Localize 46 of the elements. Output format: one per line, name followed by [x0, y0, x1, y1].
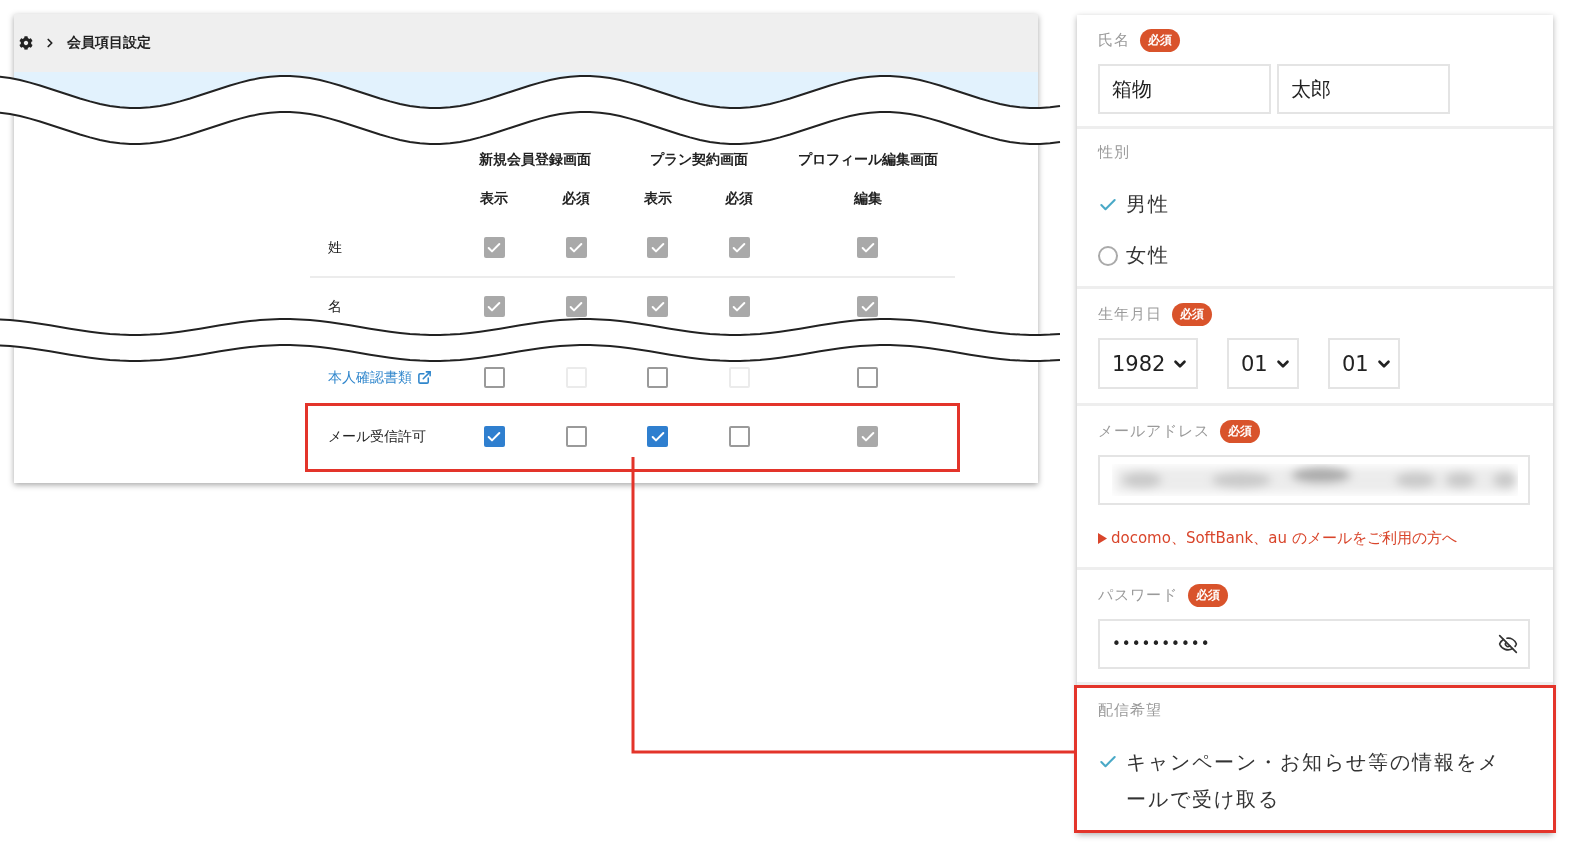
option-label: 女性 [1126, 242, 1170, 269]
column-header: 表示 [479, 188, 509, 208]
email-field[interactable] [1098, 455, 1530, 505]
field-label: 性別 [1098, 143, 1130, 162]
hide-password-icon[interactable] [1498, 634, 1518, 654]
radio-button[interactable] [1098, 245, 1118, 266]
carrier-mail-link[interactable]: docomo、SoftBank、au のメールをご利用の方へ [1098, 517, 1532, 548]
text-field[interactable]: 太郎 [1277, 64, 1450, 114]
checkbox[interactable] [565, 426, 587, 447]
dropdown[interactable]: 01 [1328, 338, 1400, 389]
column-group-header: プロフィール編集画面 [796, 150, 939, 169]
checkbox[interactable] [483, 426, 505, 447]
field-label: メールアドレス [1098, 422, 1210, 441]
password-field[interactable]: •••••••••• [1098, 619, 1530, 669]
required-badge: 必須 [1140, 29, 1180, 52]
dropdown[interactable]: 01 [1227, 338, 1299, 389]
triangle-icon [1098, 533, 1107, 544]
field-label: 生年月日 [1098, 305, 1162, 324]
column-group-header: プラン契約画面 [648, 150, 749, 169]
column-group-header: 新規会員登録画面 [478, 150, 592, 169]
field-label: 配信希望 [1098, 701, 1162, 720]
required-badge: 必須 [1220, 420, 1260, 443]
dropdown[interactable]: 1982 [1098, 338, 1198, 389]
column-header: 必須 [561, 188, 591, 208]
column-header: 表示 [642, 188, 673, 208]
checkbox[interactable] [647, 367, 668, 388]
checkbox[interactable] [728, 426, 750, 447]
option-label: 男性 [1126, 191, 1170, 218]
field-label: 氏名 [1098, 31, 1130, 50]
item-link[interactable]: 本人確認書類 [310, 368, 453, 387]
required-badge: 必須 [1172, 303, 1212, 326]
checkbox[interactable] [483, 367, 505, 388]
row-label: 姓 [327, 238, 343, 257]
column-header: 必須 [724, 188, 754, 208]
breadcrumb-title: 会員項目設定 [67, 34, 151, 52]
field-label: パスワード [1098, 586, 1178, 605]
option-label: キャンペーン・お知らせ等の情報をメールで受け取る [1126, 749, 1501, 813]
column-header: 編集 [852, 188, 883, 208]
row-label: メール受信許可 [327, 427, 427, 446]
external-link-icon [417, 370, 432, 385]
text-field[interactable]: 箱物 [1098, 64, 1271, 114]
required-badge: 必須 [1188, 584, 1228, 607]
settings-icon[interactable] [19, 36, 33, 50]
checkbox[interactable] [647, 426, 668, 447]
checkbox[interactable] [857, 367, 878, 388]
row-label: 名 [327, 297, 343, 316]
